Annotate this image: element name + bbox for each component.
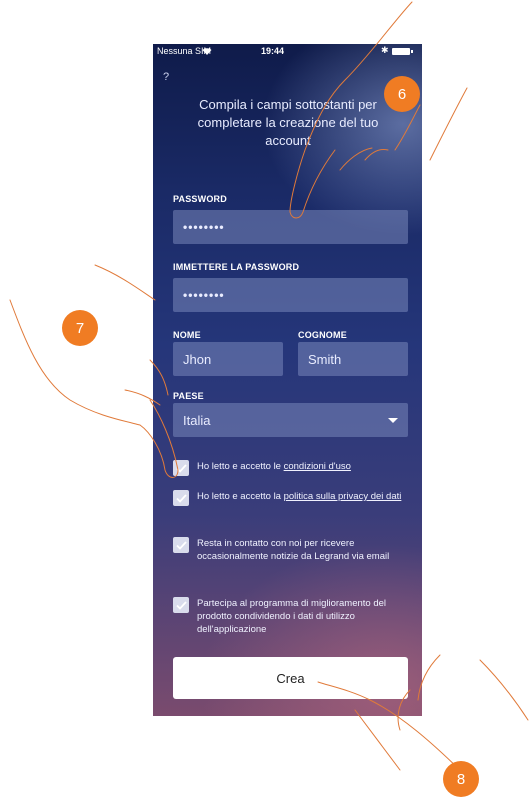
step-marker-8: 8 — [443, 761, 479, 797]
hand-bottom-icon — [317, 654, 529, 781]
hand-illustrations — [9, 1, 529, 781]
hand-top-icon — [289, 1, 468, 219]
step-marker-7: 7 — [62, 310, 98, 346]
step-marker-6: 6 — [384, 76, 420, 112]
hand-left-icon — [9, 264, 179, 478]
